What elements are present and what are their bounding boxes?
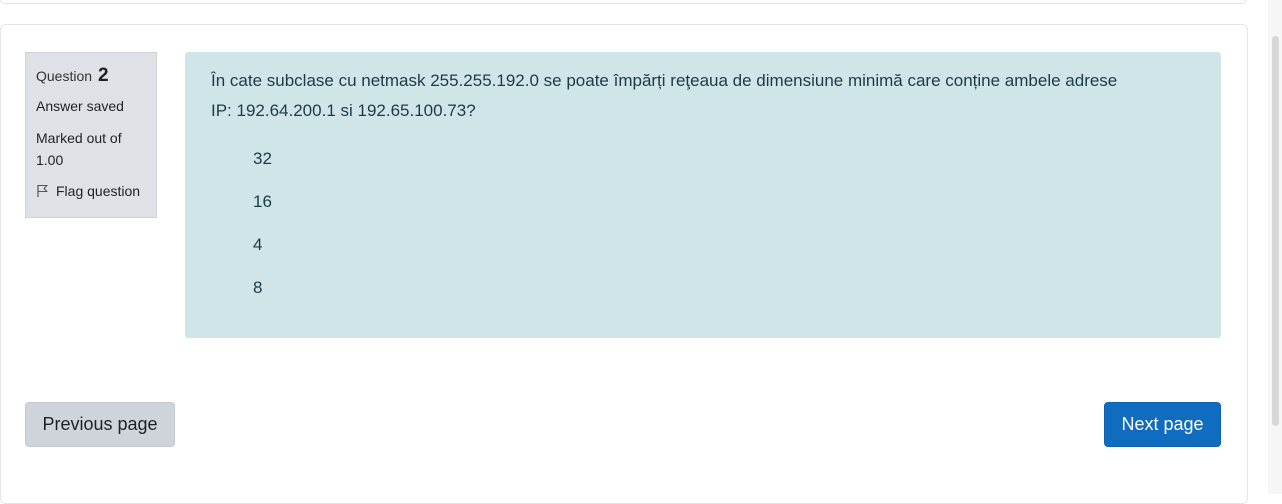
previous-page-button[interactable]: Previous page bbox=[25, 402, 175, 447]
answer-state: Answer saved bbox=[36, 98, 124, 114]
flag-icon bbox=[37, 184, 48, 197]
answer-option[interactable]: 32 bbox=[253, 148, 1195, 191]
marked-out-of-label: Marked out of bbox=[36, 130, 122, 146]
question-info-panel: Question 2 Answer saved Marked out of 1.… bbox=[25, 52, 157, 218]
answer-option[interactable]: 16 bbox=[253, 191, 1195, 234]
answer-option[interactable]: 8 bbox=[253, 277, 1195, 320]
question-number: 2 bbox=[97, 65, 109, 86]
previous-card-edge bbox=[0, 0, 1247, 4]
flag-question-label: Flag question bbox=[56, 183, 141, 199]
question-text-line-1: În cate subclase cu netmask 255.255.192.… bbox=[211, 71, 1118, 90]
scrollbar-thumb[interactable] bbox=[1272, 36, 1279, 426]
flag-question-link[interactable]: Flag question bbox=[36, 183, 146, 199]
question-text-line-2: IP: 192.64.200.1 si 192.65.100.73? bbox=[211, 101, 476, 120]
answer-option[interactable]: 4 bbox=[253, 234, 1195, 277]
question-label: Question bbox=[36, 68, 93, 84]
question-heading: Question 2 bbox=[36, 65, 146, 87]
question-content: În cate subclase cu netmask 255.255.192.… bbox=[185, 52, 1221, 338]
next-page-button[interactable]: Next page bbox=[1104, 402, 1221, 447]
marked-out-of-value: 1.00 bbox=[36, 152, 64, 168]
scrollbar[interactable] bbox=[1268, 0, 1282, 494]
answer-list: 32 16 4 8 bbox=[211, 148, 1195, 320]
